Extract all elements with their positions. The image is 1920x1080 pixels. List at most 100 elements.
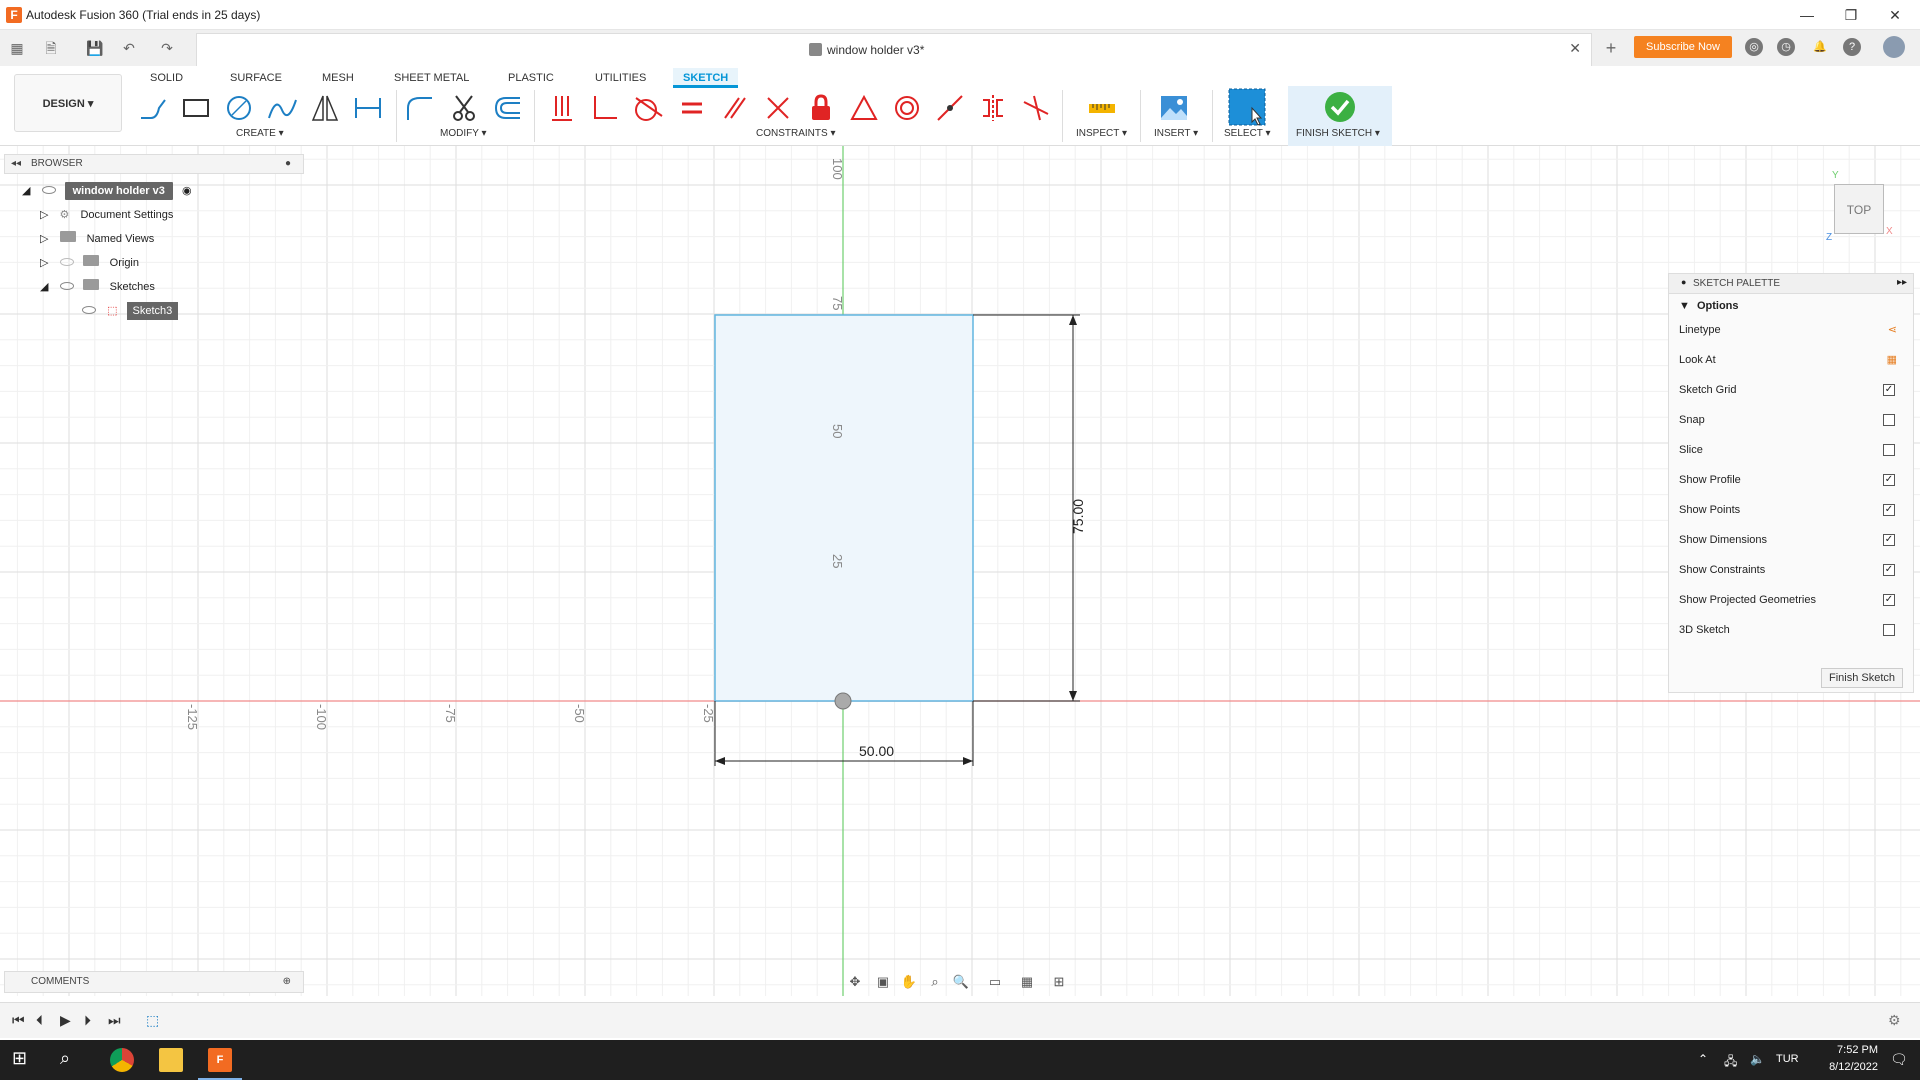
tab-plastic[interactable]: PLASTIC: [498, 68, 564, 88]
clock-time[interactable]: 7:52 PM: [1812, 1044, 1878, 1056]
checked-checkbox[interactable]: ✓: [1883, 384, 1895, 396]
browser-item-root[interactable]: ◢ window holder v3 ◉: [22, 182, 192, 200]
fillet-tool-icon[interactable]: [404, 92, 436, 124]
concentric-constraint-icon[interactable]: [891, 92, 923, 124]
expander-closed-icon[interactable]: ▷: [40, 257, 48, 269]
job-status-icon[interactable]: ◷: [1777, 38, 1795, 56]
parallel-constraint-icon[interactable]: [719, 92, 751, 124]
symmetry-constraint-icon[interactable]: [977, 92, 1009, 124]
checked-checkbox[interactable]: ✓: [1883, 564, 1895, 576]
tab-surface[interactable]: SURFACE: [220, 68, 292, 88]
tab-utilities[interactable]: UTILITIES: [585, 68, 656, 88]
search-icon[interactable]: ⌕: [60, 1048, 84, 1072]
palette-option-3d-sketch[interactable]: 3D Sketch: [1679, 620, 1909, 640]
volume-icon[interactable]: 🔈: [1750, 1052, 1765, 1066]
checked-checkbox[interactable]: ✓: [1883, 594, 1895, 606]
document-tab[interactable]: window holder v3* ✕: [196, 33, 1592, 66]
avatar[interactable]: [1883, 36, 1905, 58]
palette-option-linetype[interactable]: Linetype ⋖: [1679, 320, 1909, 340]
curvature-constraint-icon[interactable]: [1020, 92, 1052, 124]
expander-closed-icon[interactable]: ▷: [40, 233, 48, 245]
finish-sketch-button[interactable]: FINISH SKETCH ▾: [1288, 86, 1392, 146]
tangent-constraint-icon[interactable]: [632, 92, 664, 124]
select-group-menu[interactable]: SELECT ▾: [1224, 128, 1271, 139]
maximize-button[interactable]: ❐: [1836, 4, 1866, 26]
checked-checkbox[interactable]: ✓: [1883, 474, 1895, 486]
clock-date[interactable]: 8/12/2022: [1812, 1061, 1878, 1073]
subscribe-button[interactable]: Subscribe Now: [1634, 36, 1732, 58]
unchecked-checkbox[interactable]: [1883, 624, 1895, 636]
select-tool-icon[interactable]: [1228, 88, 1266, 126]
tab-mesh[interactable]: MESH: [312, 68, 364, 88]
timeline-settings-gear-icon[interactable]: ⚙: [1888, 1012, 1901, 1029]
palette-pin-icon[interactable]: ●: [1681, 277, 1686, 287]
chrome-icon[interactable]: [110, 1048, 134, 1072]
app-grid-icon[interactable]: ▦: [6, 38, 28, 58]
tray-chevron-icon[interactable]: ⌃: [1698, 1052, 1708, 1066]
visibility-eye-icon[interactable]: [59, 282, 74, 290]
width-dimension-value[interactable]: 50.00: [859, 743, 894, 759]
palette-option-sketch-grid[interactable]: Sketch Grid ✓: [1679, 380, 1909, 400]
browser-item-named-views[interactable]: ▷ Named Views: [40, 230, 154, 248]
unchecked-checkbox[interactable]: [1883, 444, 1895, 456]
trim-tool-icon[interactable]: [448, 92, 480, 124]
close-window-button[interactable]: ✕: [1880, 4, 1910, 26]
rectangle-tool-icon[interactable]: [180, 92, 212, 124]
grid-settings-icon[interactable]: ▦: [1018, 973, 1036, 991]
display-settings-icon[interactable]: ▭: [986, 973, 1004, 991]
step-forward-icon[interactable]: ⏵: [84, 1012, 91, 1029]
create-group-menu[interactable]: CREATE ▾: [236, 128, 284, 139]
browser-item-sketches[interactable]: ◢ Sketches: [40, 278, 155, 296]
palette-option-show-dimensions[interactable]: Show Dimensions ✓: [1679, 530, 1909, 550]
viewcube[interactable]: TOP Y X Z: [1822, 170, 1894, 250]
visibility-eye-icon[interactable]: [41, 186, 56, 194]
palette-option-look-at[interactable]: Look At ▦: [1679, 350, 1909, 370]
perpendicular-constraint-icon[interactable]: [589, 92, 621, 124]
go-to-end-icon[interactable]: ⏭: [108, 1012, 121, 1029]
palette-option-show-projected-geometries[interactable]: Show Projected Geometries ✓: [1679, 590, 1909, 610]
notification-center-icon[interactable]: 🗨: [1890, 1051, 1908, 1068]
extensions-icon[interactable]: ◎: [1745, 38, 1763, 56]
minimize-button[interactable]: —: [1792, 4, 1822, 26]
expander-open-icon[interactable]: ◢: [22, 185, 30, 197]
modify-group-menu[interactable]: MODIFY ▾: [440, 128, 487, 139]
sketch-dimension-tool-icon[interactable]: [352, 92, 384, 124]
activate-radio-icon[interactable]: ◉: [182, 185, 192, 197]
checked-checkbox[interactable]: ✓: [1883, 504, 1895, 516]
design-canvas[interactable]: 100 75 50 25 -125 -100 -75 -50 -25 75.00…: [0, 146, 1920, 996]
tab-sketch[interactable]: SKETCH: [673, 68, 739, 88]
palette-option-slice[interactable]: Slice: [1679, 440, 1909, 460]
close-tab-icon[interactable]: ✕: [1569, 40, 1581, 57]
save-icon[interactable]: 💾: [84, 38, 106, 58]
insert-image-icon[interactable]: [1158, 92, 1190, 124]
file-explorer-icon[interactable]: [159, 1048, 183, 1072]
visibility-eye-icon[interactable]: [82, 306, 96, 314]
pan-icon[interactable]: ✋: [900, 973, 918, 991]
viewports-icon[interactable]: ⊞: [1050, 973, 1068, 991]
palette-option-show-points[interactable]: Show Points ✓: [1679, 500, 1909, 520]
timeline-sketch-feature-icon[interactable]: ⬚: [146, 1012, 159, 1029]
browser-item-document-settings[interactable]: ▷ ⚙ Document Settings: [40, 206, 173, 224]
browser-header[interactable]: ◂◂ BROWSER ●: [4, 154, 304, 174]
palette-option-show-profile[interactable]: Show Profile ✓: [1679, 470, 1909, 490]
line-tool-icon[interactable]: [137, 92, 169, 124]
collapse-panel-icon[interactable]: ◂◂: [11, 155, 21, 173]
help-icon[interactable]: ?: [1843, 38, 1861, 56]
fusion-taskbar-icon[interactable]: F: [208, 1048, 232, 1072]
offset-tool-icon[interactable]: [492, 92, 524, 124]
inspect-group-menu[interactable]: INSPECT ▾: [1076, 128, 1127, 139]
fit-icon[interactable]: 🔍: [952, 973, 970, 991]
file-menu-icon[interactable]: 🗎: [40, 38, 62, 58]
horizontal-vertical-constraint-icon[interactable]: [762, 92, 794, 124]
palette-option-snap[interactable]: Snap: [1679, 410, 1909, 430]
spline-tool-icon[interactable]: [266, 92, 298, 124]
tab-solid[interactable]: SOLID: [140, 68, 193, 88]
circle-tool-icon[interactable]: [223, 92, 255, 124]
add-comment-icon[interactable]: ⊕: [283, 972, 291, 992]
new-tab-icon[interactable]: +: [1600, 38, 1622, 58]
palette-option-show-constraints[interactable]: Show Constraints ✓: [1679, 560, 1909, 580]
constraints-group-menu[interactable]: CONSTRAINTS ▾: [756, 128, 835, 139]
measure-tool-icon[interactable]: [1086, 92, 1118, 124]
browser-pin-icon[interactable]: ●: [285, 155, 291, 173]
redo-icon[interactable]: ↷: [156, 38, 178, 58]
